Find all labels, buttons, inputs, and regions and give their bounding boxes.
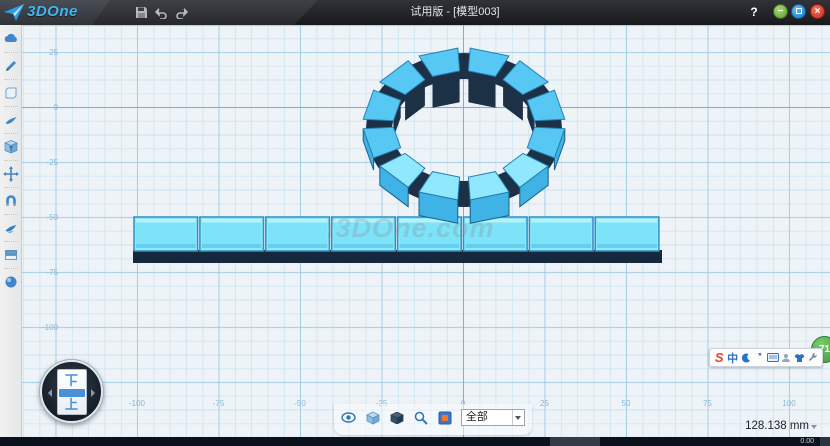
magnifier-icon [414, 411, 428, 425]
sidebar-divider [4, 241, 18, 242]
ruler-y-label: -25 [24, 158, 58, 167]
visibility-button[interactable] [341, 409, 357, 426]
window-title: 试用版 - [模型003] [330, 0, 580, 25]
ime-mode-button[interactable]: 中 [726, 350, 738, 365]
move-arrows-icon [3, 166, 19, 182]
sidebar-item-layers[interactable] [3, 247, 19, 263]
taskbar: 0.00 [0, 437, 830, 446]
svg-text:T: T [9, 146, 13, 153]
rotate-right-icon[interactable] [91, 389, 99, 397]
viewport[interactable]: -100 -75 -50 -25 0 25 50 75 100 25 0 -25… [22, 25, 830, 437]
sidebar-divider [4, 160, 18, 161]
sphere-icon [3, 274, 19, 290]
cloud-icon [3, 31, 19, 47]
sidebar-item-special-feature[interactable] [3, 112, 19, 128]
view-cube-face[interactable]: 上 上 [57, 369, 87, 415]
ruler-y-label: 0 [24, 103, 58, 112]
rotate-left-icon[interactable] [44, 389, 52, 397]
sidebar-item-sketch[interactable] [3, 58, 19, 74]
sidebar-item-move[interactable] [3, 166, 19, 182]
eye-icon [341, 412, 356, 423]
ruler-x-label: -50 [294, 399, 306, 408]
bird-swoosh-icon [3, 220, 19, 236]
sidebar-divider [4, 106, 18, 107]
sidebar-divider [4, 187, 18, 188]
sidebar-item-sketch-shape[interactable] [3, 85, 19, 101]
view-cube-front-label: 上 [58, 394, 86, 413]
save-icon [135, 6, 148, 19]
redo-button[interactable] [172, 4, 189, 21]
ruler-y-label: -75 [24, 268, 58, 277]
sidebar-divider [4, 52, 18, 53]
user-icon[interactable] [780, 350, 792, 365]
sidebar-divider [4, 133, 18, 134]
ruler-x-label: -75 [213, 399, 225, 408]
measurement-chevron-icon[interactable] [811, 425, 818, 432]
ruler-y-label: -50 [24, 213, 58, 222]
measurement-readout: 128.138 mm [745, 420, 818, 432]
sidebar-divider [4, 268, 18, 269]
ime-toolbar: S 中 ’’ [709, 348, 823, 367]
app-logo-icon [3, 3, 25, 22]
taskbar-tray [820, 437, 830, 446]
sidebar-item-assembly[interactable] [3, 193, 19, 209]
ruler-x-label: -100 [129, 399, 145, 408]
grid-axis-vertical [463, 25, 464, 437]
rectangle-icon [3, 85, 19, 101]
minimize-button[interactable]: − [773, 4, 788, 19]
skin-shirt-icon[interactable] [793, 350, 805, 365]
taskbar-coords: 0.00 [800, 437, 814, 446]
view-cube[interactable]: 上 上 [40, 360, 103, 423]
shading-button[interactable] [389, 409, 405, 426]
close-button[interactable]: × [810, 4, 825, 19]
display-toolbar: 全部 [334, 404, 532, 435]
filter-dropdown[interactable]: 全部 [461, 409, 525, 426]
view-cube-top-label: 上 [58, 371, 86, 390]
restore-button[interactable] [791, 4, 806, 19]
layers-icon [3, 247, 19, 263]
sidebar-divider [4, 79, 18, 80]
filter-button[interactable] [437, 409, 453, 426]
ruler-x-label: 100 [782, 399, 795, 408]
chevron-down-icon[interactable] [512, 410, 524, 425]
taskbar-button[interactable] [550, 437, 600, 446]
sidebar-item-cloud-model[interactable] [3, 31, 19, 47]
brand-text: 3DOne [27, 3, 78, 20]
undo-icon [155, 7, 169, 19]
display-filter-icon [438, 411, 452, 425]
fullwidth-moon-icon[interactable] [740, 350, 752, 365]
undo-button[interactable] [153, 4, 170, 21]
ruler-x-label: 50 [622, 399, 631, 408]
shaded-box-icon [390, 412, 404, 424]
grid-axis-horizontal [22, 107, 830, 108]
redo-icon [174, 7, 188, 19]
save-button[interactable] [133, 4, 150, 21]
pencil-icon [3, 58, 19, 74]
sidebar-item-text-feature[interactable]: T [3, 139, 19, 155]
punctuation-button[interactable]: ’’ [753, 350, 765, 365]
title-bar: 3DOne 试用版 - [模型003] ? − × [0, 0, 830, 25]
ruler-x-label: 75 [703, 399, 712, 408]
help-button[interactable]: ? [746, 4, 762, 20]
soft-keyboard-icon[interactable] [767, 350, 779, 365]
ruler-y-label: -100 [24, 323, 58, 332]
sidebar-item-deform[interactable] [3, 220, 19, 236]
view-box-icon [366, 411, 380, 425]
restore-icon [796, 8, 802, 14]
measurement-value: 128.138 mm [745, 420, 809, 432]
tool-sidebar: T [0, 25, 22, 437]
ruler-x-label: 25 [540, 399, 549, 408]
magnet-icon [3, 193, 19, 209]
zoom-button[interactable] [413, 409, 429, 426]
ruler-y-label: 25 [24, 48, 58, 57]
cube-text-icon: T [3, 139, 19, 155]
sogou-logo-icon[interactable]: S [713, 350, 725, 365]
filter-dropdown-value: 全部 [462, 410, 512, 425]
sidebar-item-material[interactable] [3, 274, 19, 290]
wrench-icon[interactable] [807, 350, 819, 365]
app-window: -100 -75 -50 -25 0 25 50 75 100 25 0 -25… [0, 0, 830, 446]
sidebar-divider [4, 214, 18, 215]
swoosh-icon [3, 112, 19, 128]
view-mode-button[interactable] [365, 409, 381, 426]
